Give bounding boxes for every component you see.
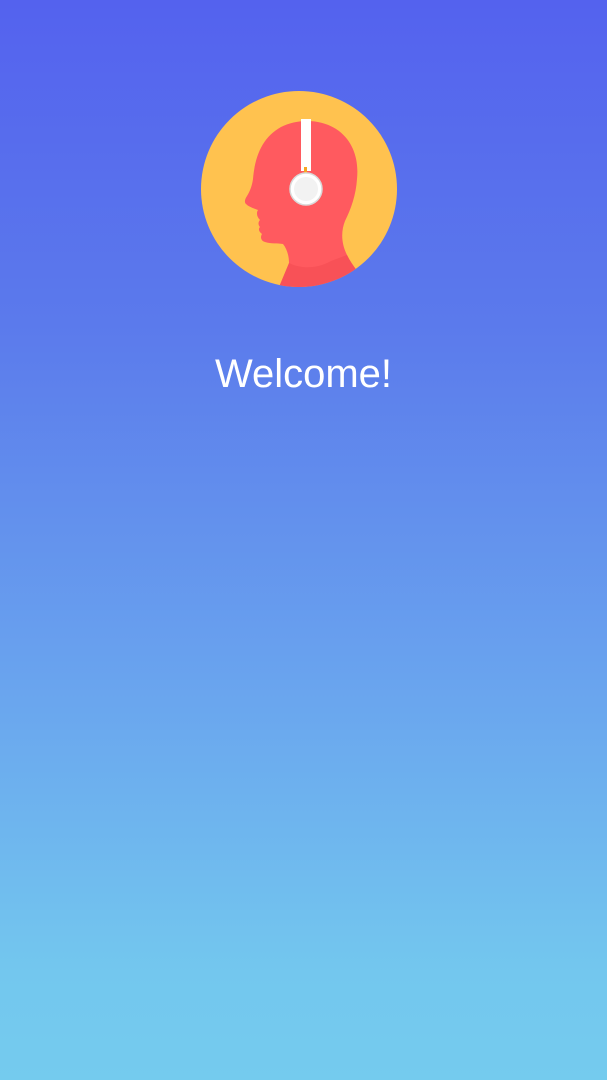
app-logo — [201, 91, 397, 287]
welcome-screen: Welcome! — [0, 0, 607, 1080]
welcome-heading: Welcome! — [214, 352, 393, 396]
head-with-headphones-icon — [201, 91, 397, 287]
